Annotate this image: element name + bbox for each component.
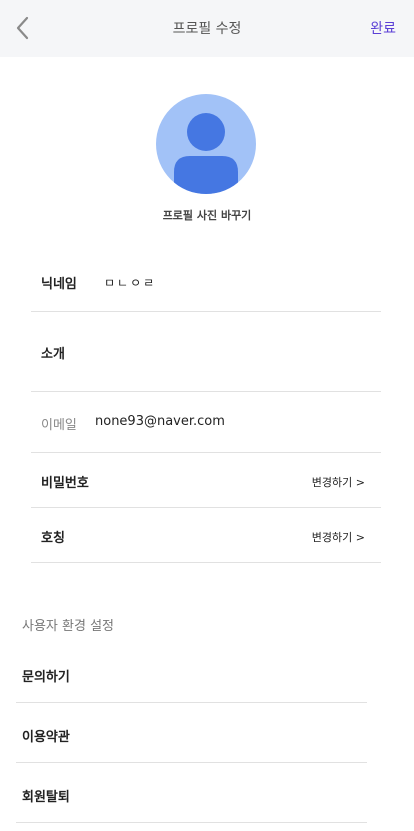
menu-item-terms[interactable]: 이용약관 xyxy=(16,703,367,763)
user-avatar-icon xyxy=(174,113,238,194)
change-password-button[interactable]: 변경하기 > xyxy=(312,474,365,490)
change-photo-button[interactable]: 프로필 사진 바꾸기 xyxy=(0,207,414,223)
intro-label: 소개 xyxy=(41,347,65,362)
page-title: 프로필 수정 xyxy=(172,21,242,37)
top-bar: 프로필 수정 완료 xyxy=(0,0,414,57)
menu-item-label: 문의하기 xyxy=(22,670,70,685)
profile-avatar[interactable] xyxy=(156,94,256,194)
nickname-row[interactable]: 닉네임 ㅁㄴㅇㄹ xyxy=(31,254,381,312)
change-title-button[interactable]: 변경하기 > xyxy=(312,529,365,545)
email-value: none93@naver.com xyxy=(95,414,225,429)
menu-item-withdraw[interactable]: 회원탈퇴 xyxy=(16,763,367,823)
password-label: 비밀번호 xyxy=(41,476,89,491)
done-button[interactable]: 완료 xyxy=(370,18,396,38)
password-row: 비밀번호 변경하기 > xyxy=(31,453,381,508)
email-label: 이메일 xyxy=(41,418,77,433)
menu-item-inquiry[interactable]: 문의하기 xyxy=(16,643,367,703)
intro-row[interactable]: 소개 xyxy=(31,312,381,392)
nickname-label: 닉네임 xyxy=(41,277,77,292)
title-label: 호칭 xyxy=(41,531,65,546)
email-row: 이메일 none93@naver.com xyxy=(31,392,381,453)
title-row: 호칭 변경하기 > xyxy=(31,508,381,563)
menu-item-label: 회원탈퇴 xyxy=(22,790,70,805)
nickname-value[interactable]: ㅁㄴㅇㄹ xyxy=(104,274,156,291)
menu-item-label: 이용약관 xyxy=(22,730,70,745)
settings-section-title: 사용자 환경 설정 xyxy=(22,619,114,634)
